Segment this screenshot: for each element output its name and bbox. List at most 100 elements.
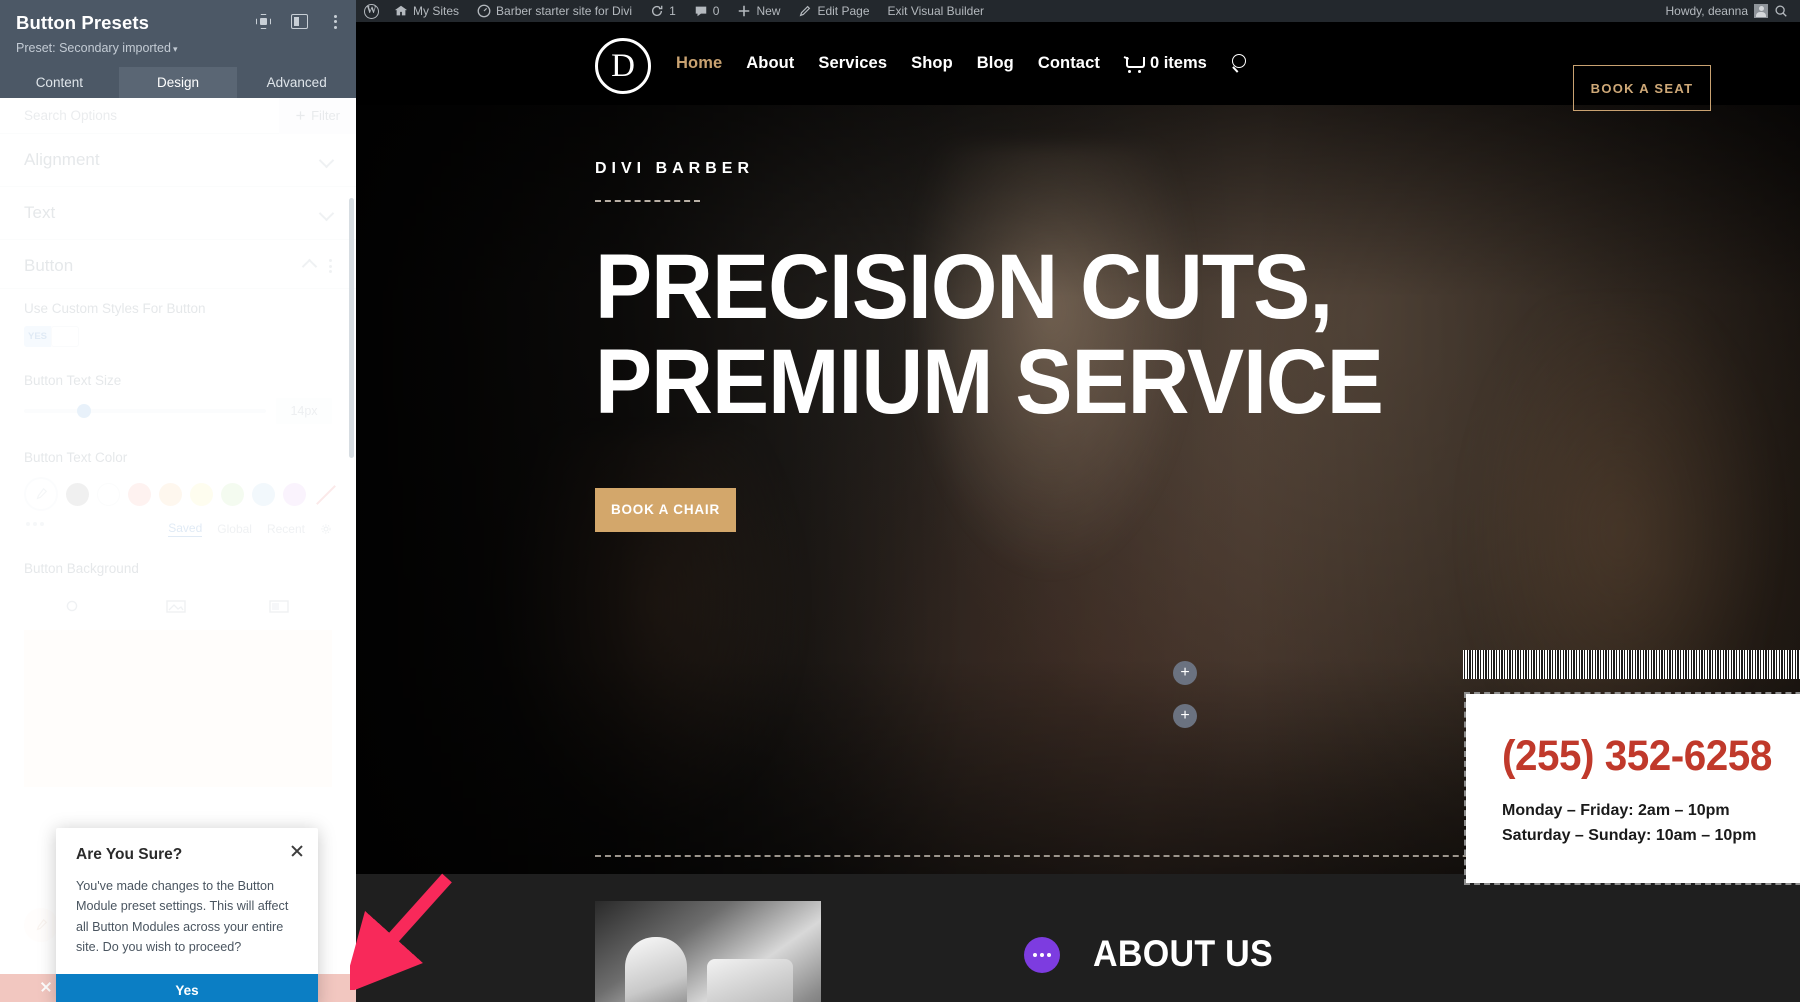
admin-bar-updates[interactable]: 1 (641, 0, 685, 22)
admin-bar-edit-page[interactable]: Edit Page (789, 0, 878, 22)
sites-icon (394, 5, 408, 16)
tab-design[interactable]: Design (118, 67, 238, 98)
field-button-text-size: Button Text Size 14px (0, 351, 356, 428)
palette-tab-saved[interactable]: Saved (168, 521, 203, 537)
focus-icon[interactable] (255, 13, 272, 30)
search-icon[interactable] (1774, 4, 1788, 18)
filter-button[interactable]: Filter (279, 97, 356, 134)
tab-content[interactable]: Content (0, 67, 119, 98)
eyedropper-icon (36, 918, 48, 931)
slider-thumb[interactable] (77, 404, 92, 418)
tab-advanced[interactable]: Advanced (237, 67, 356, 98)
more-colors-icon[interactable] (24, 522, 44, 526)
panel-preset-label: Preset: Secondary imported (16, 41, 171, 55)
cart-link[interactable]: 0 items (1124, 54, 1207, 73)
book-a-seat-button[interactable]: BOOK A SEAT (1573, 65, 1711, 111)
add-row-button[interactable]: + (1173, 704, 1197, 728)
avatar (1754, 4, 1768, 18)
contact-card: (255) 352-6258 Monday – Friday: 2am – 10… (1464, 692, 1800, 885)
phone-number[interactable]: (255) 352-6258 (1502, 732, 1800, 781)
background-color-picker-button[interactable] (24, 908, 58, 942)
chevron-up-icon (301, 258, 318, 274)
wordpress-admin-bar: W My Sites Barber starter site for Divi … (356, 0, 1800, 22)
toggle-yes-label: YES (24, 326, 51, 347)
background-preview[interactable] (24, 630, 332, 787)
swatch-blue[interactable] (252, 482, 275, 506)
field-button-background: Button Background (0, 541, 356, 590)
site-search-icon[interactable] (1231, 54, 1250, 73)
gear-icon[interactable] (320, 523, 332, 535)
cart-icon (1124, 56, 1145, 73)
pencil-icon (800, 5, 811, 17)
layout-icon[interactable] (291, 13, 308, 30)
hours-block: Monday – Friday: 2am – 10pm Saturday – S… (1502, 799, 1800, 849)
chat-widget-button[interactable] (1024, 937, 1060, 973)
more-options-icon[interactable] (327, 13, 344, 30)
admin-bar-site-name[interactable]: Barber starter site for Divi (468, 0, 641, 22)
section-alignment[interactable]: Alignment (0, 134, 356, 187)
updates-icon (652, 5, 663, 16)
plus-icon (296, 111, 305, 120)
search-input[interactable]: Search Options (0, 108, 279, 123)
swatch-yellow[interactable] (190, 482, 213, 506)
nav-item-contact[interactable]: Contact (1038, 54, 1100, 73)
chevron-down-icon (318, 205, 335, 221)
book-a-chair-button[interactable]: BOOK A CHAIR (595, 487, 736, 532)
panel-scrollbar[interactable] (349, 198, 354, 458)
background-gradient-tab[interactable] (268, 598, 294, 618)
color-picker-button[interactable] (24, 477, 58, 511)
swatch-none[interactable] (314, 483, 337, 506)
swatch-purple[interactable] (283, 482, 306, 506)
swatch-red[interactable] (128, 482, 151, 506)
section-text-label: Text (24, 203, 56, 222)
panel-header: Button Presets Preset: Secondary importe… (0, 0, 356, 98)
dialog-message: You've made changes to the Button Module… (76, 879, 289, 955)
admin-bar-exit-visual-builder[interactable]: Exit Visual Builder (879, 0, 994, 22)
section-button[interactable]: Button (0, 240, 356, 289)
button-text-size-value[interactable]: 14px (276, 398, 332, 424)
nav-item-about[interactable]: About (746, 54, 794, 73)
admin-bar-my-sites[interactable]: My Sites (385, 0, 468, 22)
nav-item-home[interactable]: Home (676, 54, 722, 73)
palette-tab-global[interactable]: Global (217, 522, 252, 536)
nav-item-services[interactable]: Services (818, 54, 887, 73)
wp-logo-button[interactable]: W (356, 0, 385, 22)
swatch-white[interactable] (97, 482, 120, 506)
wordpress-icon: W (364, 3, 379, 19)
confirm-yes-button[interactable]: Yes (56, 973, 318, 1002)
panel-preset-selector[interactable]: Preset: Secondary imported ▾ (16, 41, 340, 55)
palette-tab-recent[interactable]: Recent (267, 522, 305, 536)
hours-weekday: Monday – Friday: 2am – 10pm (1502, 802, 1730, 819)
hours-weekend: Saturday – Sunday: 10am – 10pm (1502, 826, 1757, 844)
panel-options-list: Search Options Filter Alignment Text But… (0, 97, 356, 942)
admin-bar-account[interactable]: Howdy, deanna (1666, 4, 1800, 18)
admin-bar-new[interactable]: New (728, 0, 789, 22)
field-button-text-color: Button Text Color Saved Global Recent (0, 428, 356, 541)
dashboard-icon (477, 4, 491, 18)
swatch-orange[interactable] (159, 482, 182, 506)
background-image-tab[interactable] (165, 598, 191, 618)
panel-header-icons (255, 13, 344, 30)
use-custom-styles-label: Use Custom Styles For Button (24, 301, 206, 316)
close-icon[interactable] (40, 981, 52, 993)
about-heading: ABOUT US (1093, 933, 1273, 974)
panel-tabs: Content Design Advanced (0, 67, 356, 98)
swatch-green[interactable] (221, 482, 244, 506)
background-mode-tabs (0, 590, 356, 618)
admin-bar-edit-page-label: Edit Page (817, 4, 870, 18)
swatch-gray[interactable] (66, 482, 89, 506)
use-custom-styles-toggle[interactable]: YES (24, 326, 79, 347)
button-text-color-label: Button Text Color (24, 450, 128, 465)
nav-item-shop[interactable]: Shop (911, 54, 953, 73)
close-icon[interactable] (290, 844, 304, 858)
nav-item-blog[interactable]: Blog (977, 54, 1014, 73)
add-module-button[interactable]: + (1173, 661, 1197, 685)
section-text[interactable]: Text (0, 187, 356, 240)
site-logo[interactable]: D (595, 38, 651, 94)
filter-label: Filter (311, 108, 340, 123)
site-preview-canvas: D Home About Services Shop Blog Contact … (356, 22, 1800, 1002)
admin-bar-comments[interactable]: 0 (685, 0, 729, 22)
section-options-icon[interactable] (329, 259, 332, 273)
background-color-tab[interactable] (62, 598, 88, 618)
button-text-size-slider[interactable] (24, 404, 266, 418)
